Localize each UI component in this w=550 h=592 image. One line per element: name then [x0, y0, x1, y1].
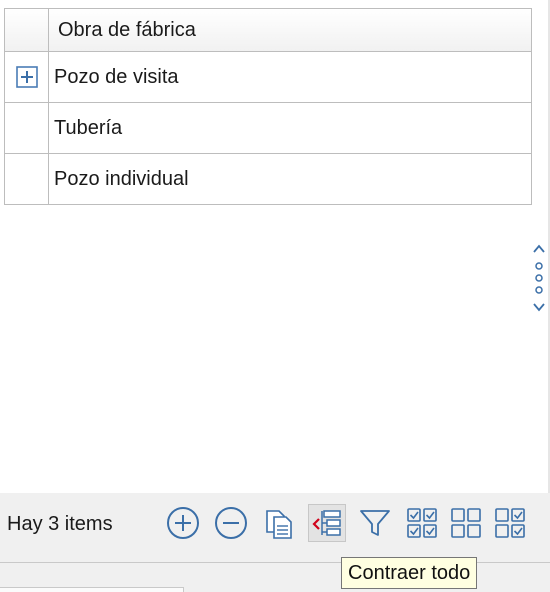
tooltip: Contraer todo	[341, 557, 478, 589]
table-row[interactable]: Pozo individual	[4, 154, 532, 205]
item-count-label: Hay 3 items	[7, 513, 113, 535]
check-all-button[interactable]	[403, 504, 441, 542]
row-label: Tubería	[54, 116, 123, 139]
filter-button[interactable]	[356, 504, 394, 542]
row-label: Pozo individual	[54, 167, 189, 190]
filter-icon	[360, 510, 390, 536]
header-corner-cell	[5, 9, 49, 51]
grid-header: Obra de fábrica	[4, 8, 532, 52]
expander-cell	[5, 52, 49, 102]
minus-circle-icon	[215, 507, 247, 539]
table-row[interactable]: Tubería	[4, 103, 532, 154]
plus-circle-icon	[167, 507, 199, 539]
uncheck-all-grid-icon	[451, 508, 481, 538]
expander-cell	[5, 154, 49, 204]
chevron-dots-icon	[533, 244, 545, 312]
items-grid: Obra de fábrica Pozo de visita Tubería P…	[4, 8, 532, 205]
copy-document-icon	[266, 510, 292, 539]
expander-cell	[5, 103, 49, 153]
side-panel-toggle[interactable]	[531, 240, 547, 320]
add-button[interactable]	[164, 504, 202, 542]
footer-toolbar: Hay 3 items	[0, 493, 550, 557]
expand-plus-icon[interactable]	[15, 66, 38, 88]
remove-button[interactable]	[212, 504, 250, 542]
column-header-obra[interactable]: Obra de fábrica	[49, 9, 531, 51]
collapse-all-button[interactable]	[308, 504, 346, 542]
uncheck-all-button[interactable]	[447, 504, 485, 542]
row-label: Pozo de visita	[54, 65, 179, 88]
invert-check-grid-icon	[495, 508, 525, 538]
invert-check-button[interactable]	[491, 504, 529, 542]
copy-button[interactable]	[260, 504, 298, 542]
table-row[interactable]: Pozo de visita	[4, 52, 532, 103]
check-all-grid-icon	[407, 508, 437, 538]
collapse-all-icon	[312, 510, 341, 536]
bottom-tab[interactable]	[0, 587, 184, 592]
